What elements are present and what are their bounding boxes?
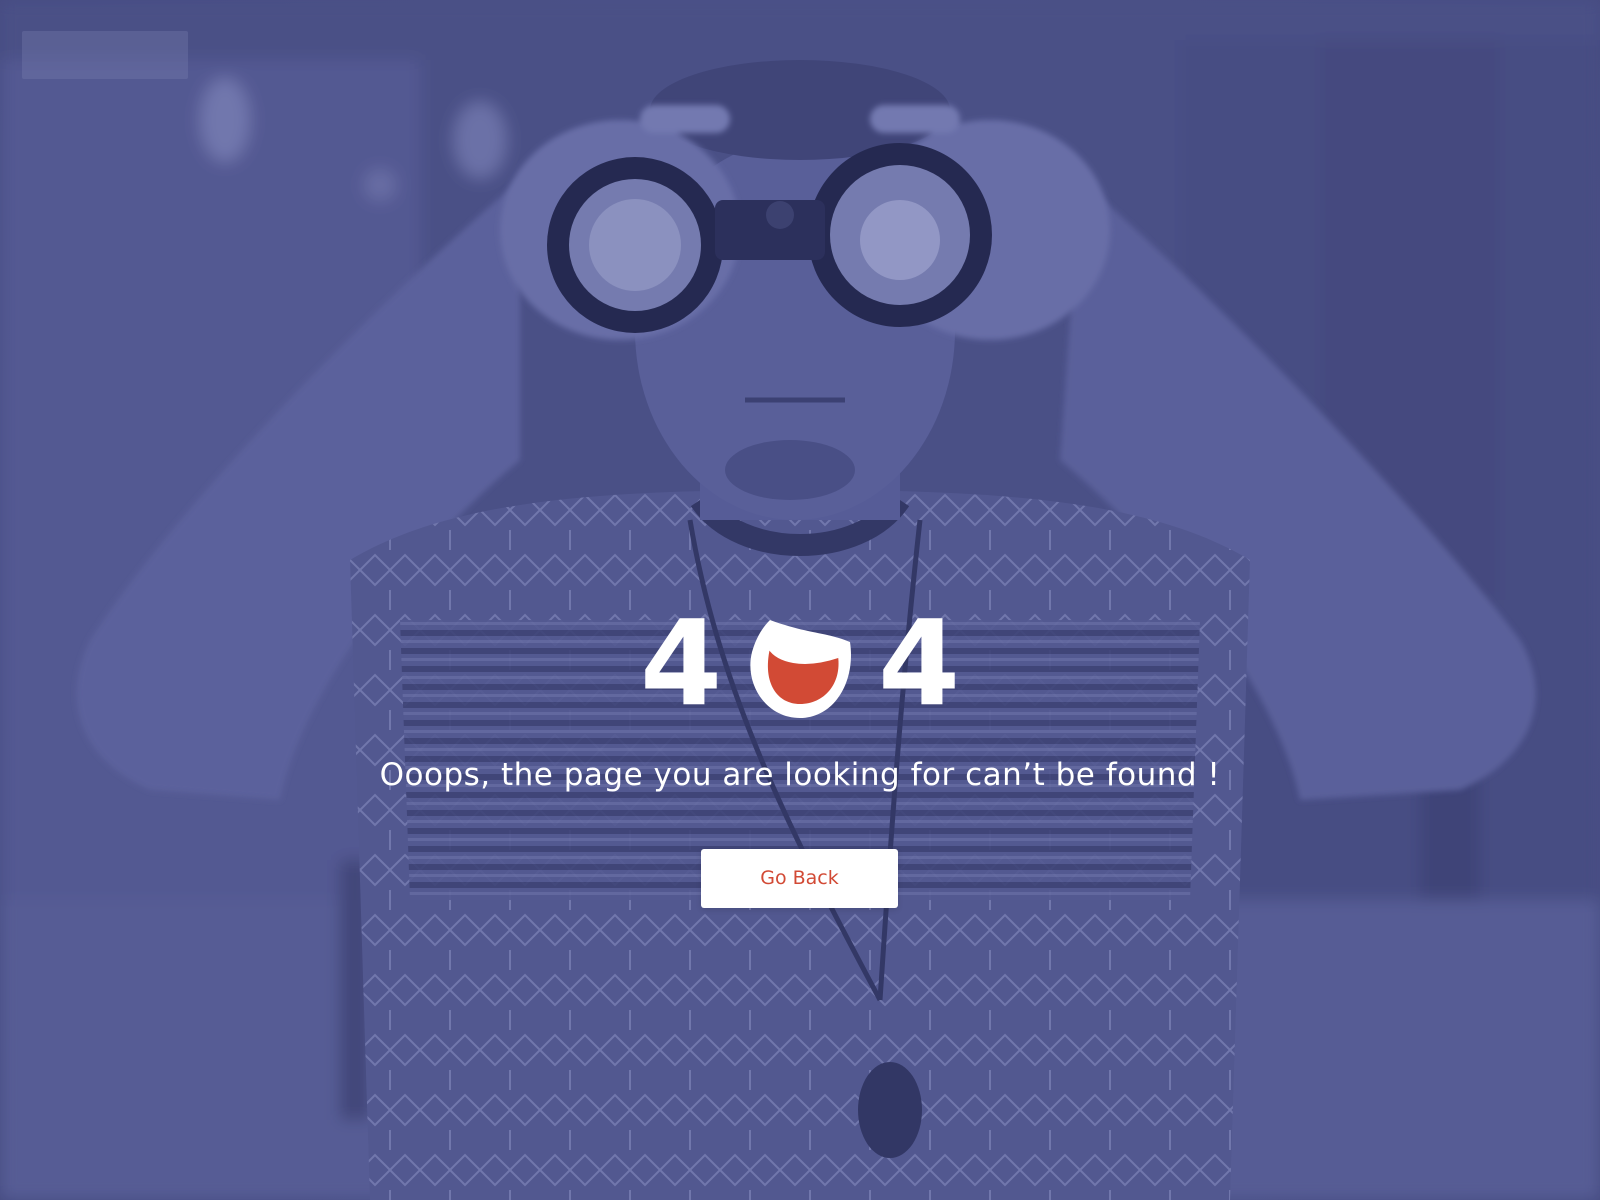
go-back-button[interactable]: Go Back bbox=[701, 849, 898, 908]
sad-eye-icon bbox=[750, 620, 851, 718]
error-message: Ooops, the page you are looking for can’… bbox=[379, 757, 1221, 793]
error-content: 4 4 Ooops, the page you are looking for … bbox=[0, 0, 1600, 1200]
not-found-page: 4 4 Ooops, the page you are looking for … bbox=[0, 0, 1600, 1200]
error-digit-last: 4 bbox=[878, 594, 961, 732]
error-code: 4 4 bbox=[640, 594, 961, 732]
error-digit-first: 4 bbox=[640, 594, 723, 732]
